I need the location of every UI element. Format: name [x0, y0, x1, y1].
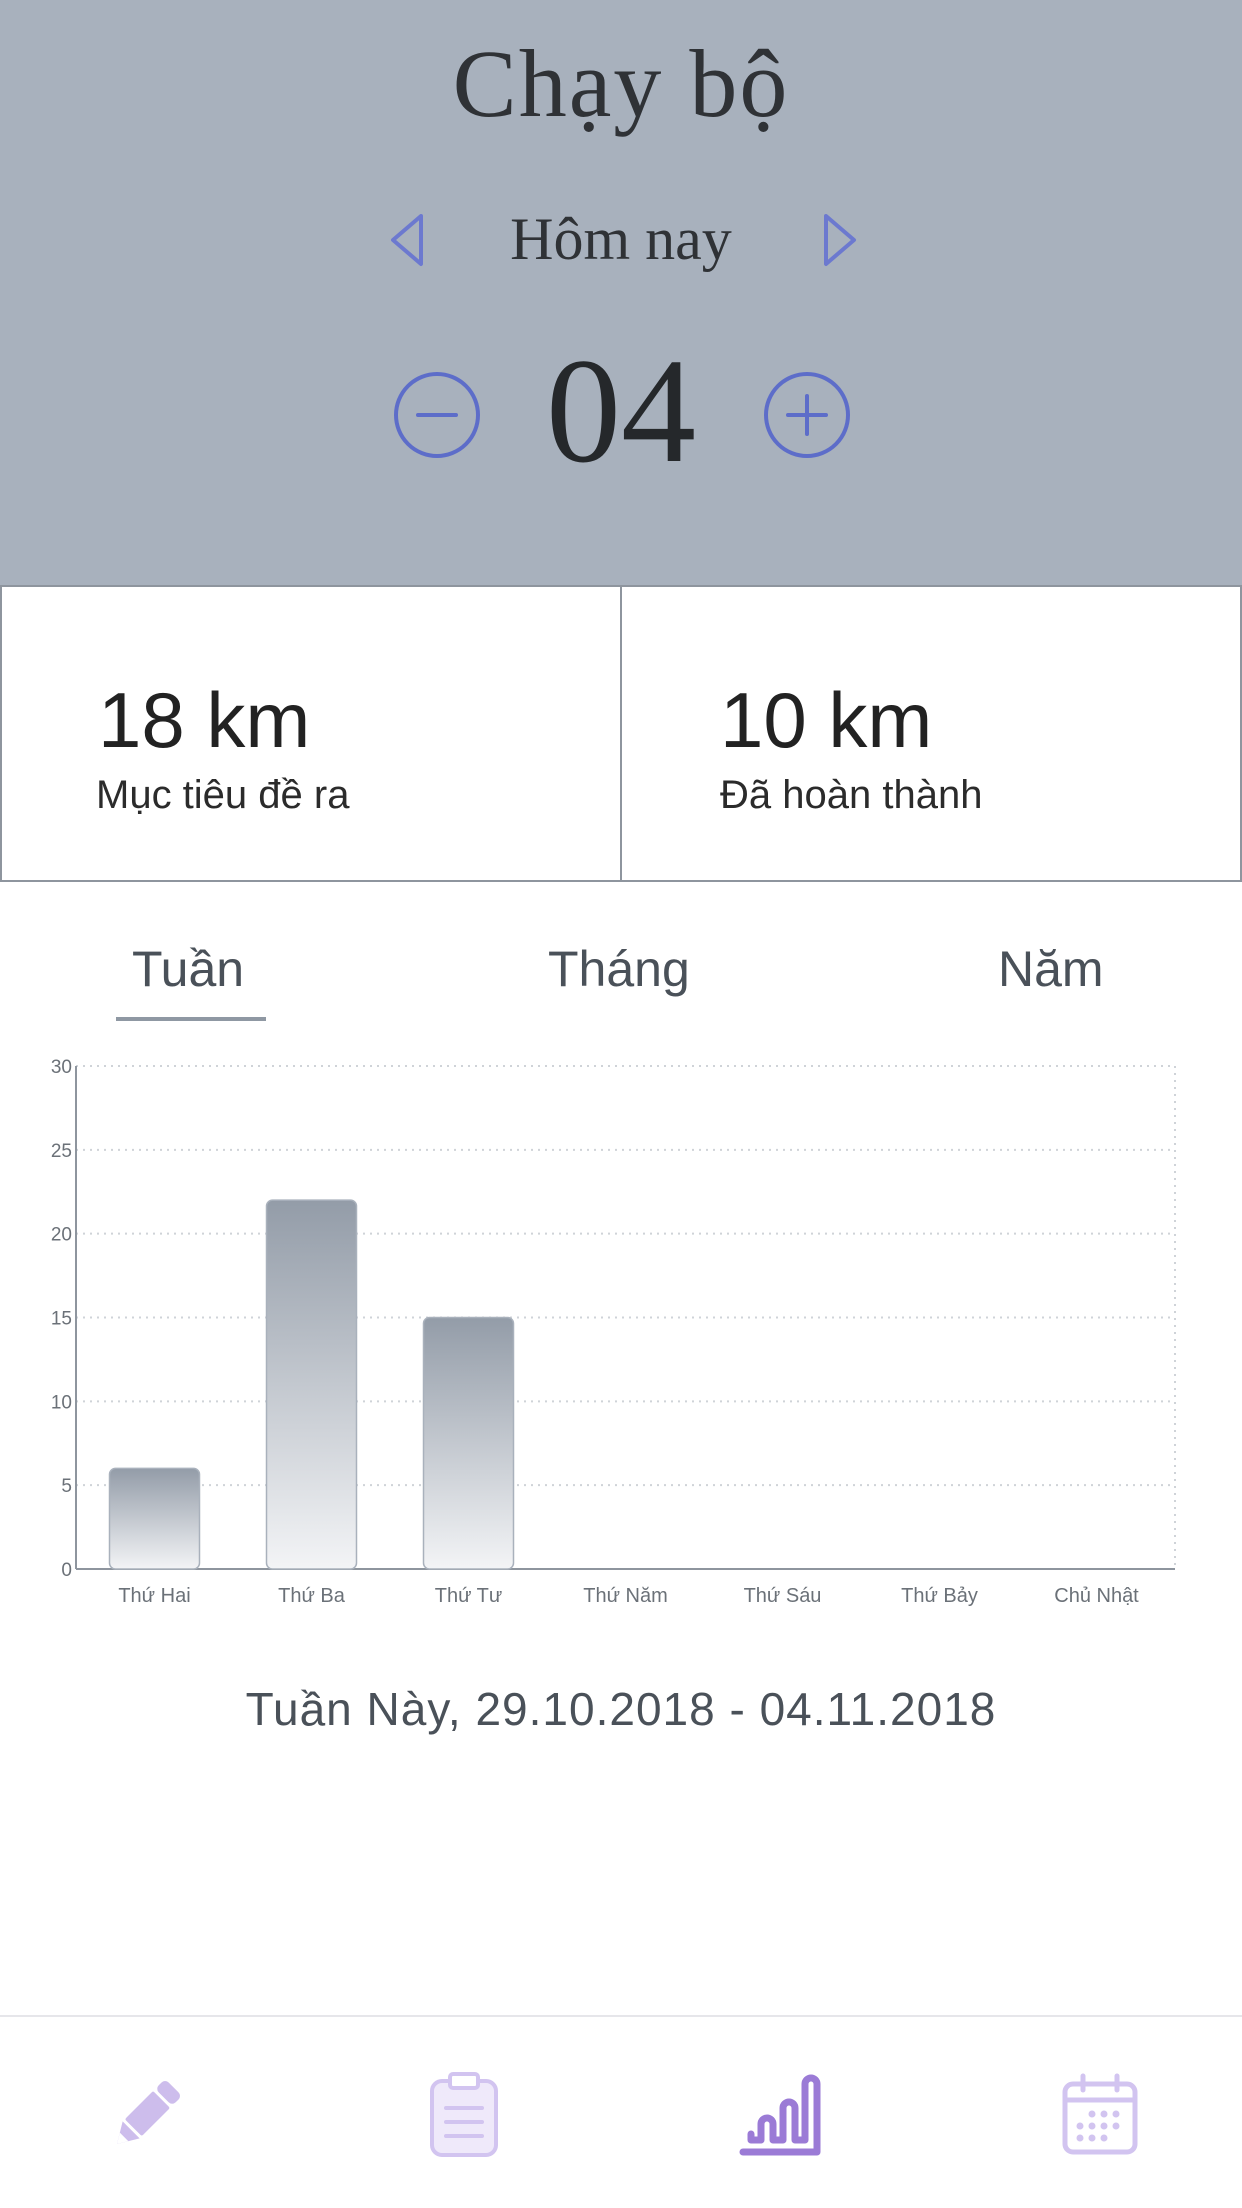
goal-value: 18 km — [98, 676, 311, 764]
bar — [265, 1199, 358, 1570]
clipboard-icon — [430, 2072, 498, 2157]
tab-week[interactable]: Tuần — [132, 940, 244, 998]
day-selector: Hôm nay — [0, 195, 1242, 285]
calendar-icon — [1062, 2073, 1138, 2155]
bar — [422, 1316, 515, 1570]
bottom-nav — [0, 2015, 1242, 2208]
nav-edit[interactable] — [103, 2072, 189, 2158]
counter-value: 04 — [546, 328, 696, 494]
chart-icon — [739, 2074, 821, 2156]
bar — [108, 1467, 201, 1570]
weekly-chart: 0 5 10 15 20 25 30 Thứ Hai Thứ Ba Thứ Tư Thứ Năm Th… — [0, 1040, 1242, 1620]
completed-label: Đã hoàn thành — [720, 773, 983, 817]
y-tick-label: 30 — [51, 1057, 72, 1078]
y-tick-label: 25 — [51, 1141, 72, 1162]
completed-value: 10 km — [720, 676, 933, 764]
active-tab-indicator — [116, 1017, 266, 1021]
y-tick-label: 0 — [61, 1560, 72, 1581]
y-tick-label: 5 — [61, 1476, 72, 1497]
increment-button[interactable] — [762, 370, 852, 460]
goal-card: 18 km Mục tiêu đề ra — [0, 587, 621, 880]
goal-label: Mục tiêu đề ra — [96, 773, 350, 817]
bar-chart: 0 5 10 15 20 25 30 Thứ Hai Thứ Ba Thứ Tư Thứ Năm Th… — [51, 1057, 1176, 1607]
x-tick-label: Thứ Sáu — [744, 1585, 822, 1607]
nav-notes[interactable] — [421, 2072, 507, 2158]
x-tick-label: Thứ Ba — [278, 1585, 346, 1607]
x-tick-label: Thứ Hai — [118, 1585, 190, 1607]
x-tick-label: Thứ Năm — [583, 1585, 668, 1607]
y-tick-label: 10 — [51, 1392, 72, 1413]
stats-panel: 18 km Mục tiêu đề ra 10 km Đã hoàn thành — [0, 587, 1242, 882]
x-tick-label: Thứ Tư — [435, 1585, 503, 1607]
x-tick-label: Chủ Nhật — [1054, 1585, 1139, 1607]
counter: 04 — [0, 328, 1242, 500]
pencil-icon — [117, 2081, 180, 2144]
nav-calendar[interactable] — [1057, 2072, 1143, 2158]
next-day-button[interactable] — [818, 211, 862, 269]
tab-year[interactable]: Năm — [998, 940, 1104, 998]
header: Chạy bộ Hôm nay 04 — [0, 0, 1242, 587]
nav-statistics[interactable] — [737, 2072, 823, 2158]
period-range: Tuần Này, 29.10.2018 - 04.11.2018 — [245, 1683, 997, 1735]
period-tabs: Tuần Tháng Năm — [0, 900, 1242, 1030]
y-tick-label: 15 — [51, 1309, 72, 1330]
plus-circle-icon — [764, 372, 850, 458]
y-tick-label: 20 — [51, 1225, 72, 1246]
day-label: Hôm nay — [510, 206, 732, 272]
completed-card: 10 km Đã hoàn thành — [621, 587, 1242, 880]
x-tick-label: Thứ Bảy — [901, 1585, 978, 1607]
chevron-right-icon — [824, 214, 856, 266]
tab-month[interactable]: Tháng — [548, 940, 690, 998]
page-title: Chạy bộ — [452, 30, 790, 137]
